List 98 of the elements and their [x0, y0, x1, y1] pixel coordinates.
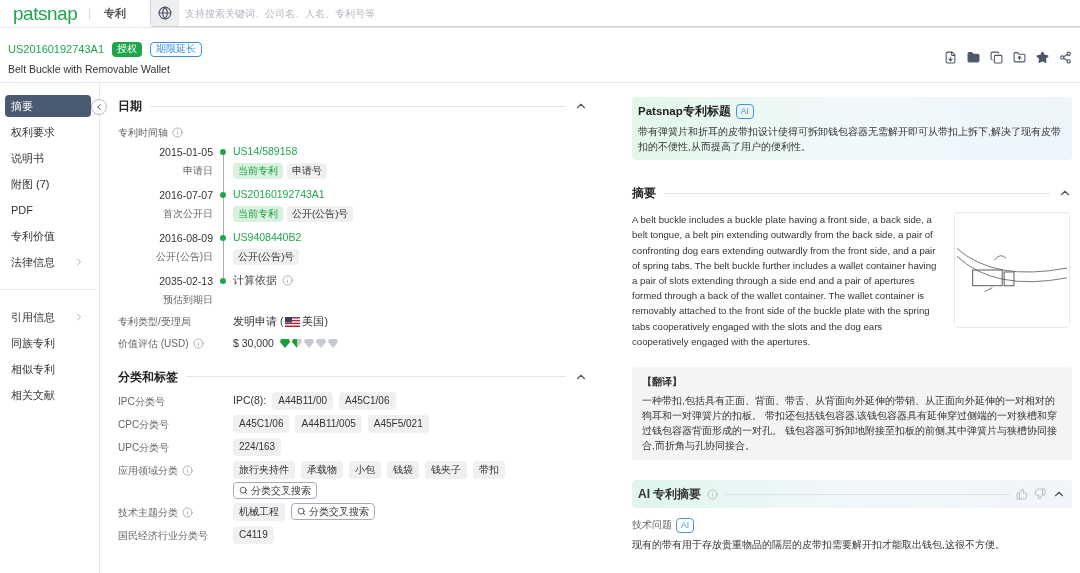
- sidebar-item[interactable]: PDF: [5, 199, 91, 221]
- field-label: 专利类型/受理局: [118, 315, 192, 330]
- section-label: 专利: [104, 6, 127, 22]
- class-tag[interactable]: 带扣: [473, 460, 505, 479]
- field-label: 价值评估 (USD): [118, 337, 189, 352]
- section-title: AI 专利摘要: [638, 486, 702, 504]
- tag: 公开(公告)号: [233, 248, 300, 265]
- sidebar-item[interactable]: 相关文献: [5, 384, 91, 406]
- timeline-date: 2016-08-09: [159, 231, 213, 246]
- thumbs-up-icon[interactable]: [1016, 488, 1028, 501]
- field-label: UPC分类号: [118, 440, 170, 455]
- sidebar-item[interactable]: 引用信息: [5, 306, 91, 328]
- class-tag[interactable]: 机械工程: [233, 502, 285, 521]
- sidebar-item[interactable]: 法律信息: [5, 251, 91, 273]
- basis-text: 计算依据: [233, 273, 277, 288]
- thumbs-down-icon[interactable]: [1034, 488, 1046, 501]
- chevron-left-icon: [94, 102, 104, 112]
- section-title: 日期: [118, 98, 142, 115]
- field-label: CPC分类号: [118, 417, 170, 432]
- search-icon: [239, 485, 248, 495]
- field-label: 技术问题: [632, 518, 672, 533]
- date-label: 预估到期日: [163, 292, 213, 307]
- field-value: 发明申请 (: [233, 314, 284, 329]
- folder-upload-icon[interactable]: [1013, 51, 1026, 64]
- class-tag[interactable]: A45F5/021: [367, 414, 429, 433]
- section-title: 摘要: [632, 185, 656, 203]
- status-badge: 期限延长: [150, 41, 203, 57]
- translation-text: 一种带扣,包括具有正面、背面、带舌、从背面向外延伸的带销、从正面向外延伸的一对相对的狗耳和一对弹簧片的扣板。 带扣还包括钱包容器,该钱包容器具有延伸穿过侧端的一对狭槽和穿过钱包容器背面形成的一对孔。 钱包容器可拆卸地附接至扣板的前侧,其中弹簧片与狭槽协同接合,而折角与孔协同接合。: [642, 394, 1059, 454]
- ai-title-text: 带有弹簧片和折耳的皮带扣设计使得可拆卸钱包容器无需解开即可从带扣上拆下,解决了现有皮带扣的不便性,从而提高了用户的便利性。: [638, 125, 1062, 155]
- sidebar-item[interactable]: 摘要: [5, 95, 91, 117]
- class-tag[interactable]: A45C1/06: [233, 414, 290, 433]
- tag: 当前专利: [233, 205, 283, 222]
- search-icon: [297, 507, 306, 516]
- diamond-icon: [291, 339, 302, 349]
- country-name: 美国: [302, 314, 325, 329]
- diamond-icon: [327, 339, 338, 349]
- sidebar-item[interactable]: 附图 (7): [5, 173, 91, 195]
- ai-summary-text: 现有的带有用于存放贵重物品的隔层的皮带扣需要解开扣才能取出钱包,这很不方便。: [632, 537, 1006, 552]
- class-tag[interactable]: 承载物: [301, 460, 343, 479]
- field-label: 技术主题分类: [118, 505, 178, 520]
- sidebar-item[interactable]: 说明书: [5, 147, 91, 169]
- ai-badge: AI: [676, 518, 695, 533]
- diamond-icon: [303, 339, 314, 349]
- copy-icon[interactable]: [990, 51, 1003, 64]
- pdf-download-icon[interactable]: [944, 51, 957, 64]
- field-label: IPC分类号: [118, 394, 165, 409]
- parenthesis: ): [324, 314, 328, 329]
- class-tag[interactable]: 旅行夹持件: [233, 460, 295, 479]
- cross-search-button[interactable]: 分类交叉搜索: [233, 481, 317, 499]
- timeline-date: 2035-02-13: [159, 274, 213, 289]
- info-icon: [172, 127, 183, 138]
- timeline-date: 2015-01-05: [159, 145, 213, 160]
- tag: 申请号: [287, 162, 327, 179]
- card-title: Patsnap专利标题: [638, 104, 731, 119]
- sidebar-item[interactable]: 同族专利: [5, 332, 91, 354]
- collapse-sidebar-button[interactable]: [91, 99, 107, 115]
- sidebar-item[interactable]: 专利价值: [5, 225, 91, 247]
- sidebar-item[interactable]: 权利要求: [5, 121, 91, 143]
- ai-badge: AI: [735, 104, 754, 119]
- cross-search-button[interactable]: 分类交叉搜索: [291, 503, 375, 520]
- abstract-text: A belt buckle includes a buckle plate having a front side, a back side, a belt tongue, a belt pin extending outwardly from the back side, a pair of confronting dog ears extending outwardly from the front side, and a pair of spring tabs. The belt buckle further includes a wallet container having a pair of slots extending through a side end and a pair of apertures formed through a back of the wallet container. The wallet container is removably attached to the front side of the buckle plate with the spring tabs cooperatively engaged with the slots and the dog ears cooperatively engaged with the apertures.: [632, 213, 938, 349]
- share-icon[interactable]: [1059, 51, 1072, 64]
- class-tag[interactable]: 钱袋: [387, 460, 419, 479]
- info-icon: [282, 275, 293, 287]
- diamond-icon: [279, 339, 290, 349]
- translation-title: 【翻译】: [642, 375, 683, 390]
- info-icon: [182, 506, 193, 518]
- field-label: 应用领域分类: [118, 463, 178, 478]
- field-label: 国民经济行业分类号: [118, 528, 208, 543]
- info-icon: [707, 488, 719, 500]
- class-tag[interactable]: 小包: [349, 460, 381, 479]
- status-badge: 授权: [112, 41, 143, 57]
- class-tag[interactable]: A44B11/005: [295, 414, 362, 433]
- sidebar-item[interactable]: 相似专利: [5, 358, 91, 380]
- field-value: $ 30,000: [233, 335, 274, 351]
- class-tag[interactable]: C4119: [233, 525, 274, 544]
- info-icon: [182, 464, 193, 476]
- field-label: 专利时间轴: [118, 126, 168, 140]
- section-title: 分类和标签: [118, 368, 178, 386]
- patent-number: US20160192743A1: [8, 42, 105, 57]
- field-value: IPC(8):: [233, 392, 267, 408]
- search-field[interactable]: 支持搜索关键词、公司名、人名、专利号等: [185, 5, 1080, 21]
- folder-icon[interactable]: [967, 51, 980, 64]
- star-icon[interactable]: [1036, 51, 1049, 64]
- class-tag[interactable]: 224/163: [233, 437, 282, 456]
- tag: 公开(公告)号: [287, 205, 354, 222]
- tag: 当前专利: [233, 162, 283, 179]
- date-label: 首次公开日: [163, 206, 213, 221]
- class-tag[interactable]: 钱夹子: [425, 460, 467, 479]
- patent-title: Belt Buckle with Removable Wallet: [8, 61, 171, 77]
- flag-icon: [285, 316, 301, 327]
- info-icon: [192, 338, 204, 350]
- diamond-icon: [315, 339, 326, 349]
- date-label: 申请日: [183, 163, 213, 178]
- class-tag[interactable]: A45C1/06: [339, 391, 396, 410]
- timeline-date: 2016-07-07: [159, 188, 213, 203]
- date-label: 公开(公告)日: [156, 249, 213, 264]
- class-tag[interactable]: A44B11/00: [272, 391, 333, 410]
